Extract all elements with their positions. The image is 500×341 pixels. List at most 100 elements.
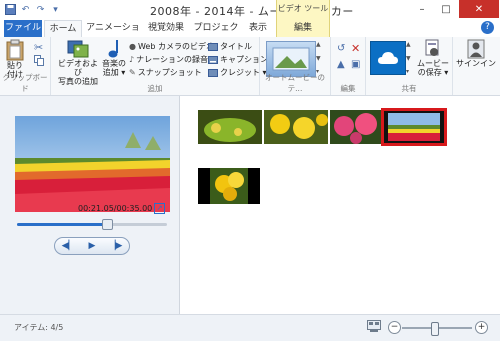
- ribbon-tab-bar: ファイル ホーム アニメーション 視覚効果 プロジェクト 表示 編集 ?: [0, 20, 500, 50]
- paste-icon: [6, 39, 24, 61]
- add-music-label-2: 追加 ▾: [102, 68, 126, 77]
- add-music-label-1: 音楽の: [102, 59, 126, 68]
- snapshot-label: スナップショット: [137, 68, 202, 77]
- tab-edit[interactable]: 編集: [276, 20, 330, 37]
- cloud-icon: [378, 52, 398, 64]
- title-label: タイトル: [220, 42, 252, 51]
- share-group: ▲ ▼ ▾ ムービー の保存 ▾ 共有: [366, 37, 453, 95]
- tab-project[interactable]: プロジェクト: [190, 20, 242, 50]
- save-icon[interactable]: [4, 3, 17, 16]
- previous-frame-icon[interactable]: ◀▏: [62, 241, 76, 251]
- editing-group-label: 編集: [340, 84, 356, 93]
- record-narration-button[interactable]: ♪ ナレーションの録音 ▾: [129, 54, 215, 65]
- music-note-icon: [108, 40, 118, 58]
- scroll-down-icon[interactable]: ▼: [316, 55, 324, 62]
- remove-icon[interactable]: ✕: [351, 42, 360, 55]
- scroll-up-icon[interactable]: ▲: [316, 41, 324, 48]
- fullscreen-icon[interactable]: ↗: [154, 203, 165, 214]
- next-frame-icon[interactable]: ▕▶: [109, 241, 123, 251]
- seek-bar-progress: [17, 223, 107, 226]
- theme-gallery-scroller[interactable]: ▲ ▼ ▾: [316, 41, 324, 75]
- mountain-icon[interactable]: ▲: [337, 59, 345, 70]
- storyboard-clip[interactable]: [264, 110, 328, 144]
- save-movie-button[interactable]: ムービー の保存 ▾: [416, 39, 450, 77]
- tab-home[interactable]: ホーム: [44, 20, 82, 38]
- webcam-video-button[interactable]: ● Web カメラのビデオ: [129, 41, 214, 52]
- clip-thumbnail: [198, 110, 262, 144]
- zoom-slider[interactable]: [402, 322, 472, 336]
- title-button[interactable]: タイトル: [208, 41, 252, 52]
- storyboard-clip-selected[interactable]: [381, 108, 447, 146]
- caption-button[interactable]: キャプション: [208, 54, 268, 65]
- zoom-slider-thumb[interactable]: [430, 322, 439, 336]
- video-tools-context-header: ビデオ ツール: [276, 0, 330, 20]
- tab-animations[interactable]: アニメーション: [84, 20, 142, 50]
- clip-thumbnail: [264, 110, 328, 144]
- onedrive-share-button[interactable]: [370, 41, 406, 75]
- landscape-icon: [272, 47, 310, 71]
- playback-controls: ◀▏ ▶ ▕▶: [54, 237, 130, 255]
- signin-label: サインイン: [456, 59, 496, 68]
- save-movie-label-2: の保存 ▾: [417, 68, 449, 77]
- rotate-left-icon[interactable]: ↺: [337, 43, 345, 54]
- quick-access-toolbar: ↶ ↷ ▾: [4, 3, 62, 16]
- preview-pane: 00:21.05/00:35.00 ↗ ◀▏ ▶ ▕▶: [0, 96, 180, 314]
- add-videos-label-1: ビデオおよび: [58, 59, 98, 77]
- share-scroll-down-icon[interactable]: ▼: [406, 55, 414, 62]
- help-icon[interactable]: ?: [481, 21, 494, 34]
- main-area: 00:21.05/00:35.00 ↗ ◀▏ ▶ ▕▶: [0, 96, 500, 314]
- storyboard-clip[interactable]: [198, 110, 262, 144]
- credits-icon: [208, 68, 218, 77]
- snapshot-button[interactable]: ✎ スナップショット: [129, 67, 202, 78]
- signin-group: サインイン: [453, 37, 500, 95]
- preview-monitor[interactable]: [15, 116, 170, 212]
- tab-view[interactable]: 表示: [244, 20, 272, 37]
- preview-image: [15, 116, 170, 212]
- cut-icon[interactable]: ✂: [34, 41, 43, 54]
- add-group-label: 追加: [147, 84, 163, 93]
- tab-visual-effects[interactable]: 視覚効果: [144, 20, 188, 37]
- playback-time: 00:21.05/00:35.00: [78, 204, 153, 213]
- share-scroll-up-icon[interactable]: ▲: [406, 41, 414, 48]
- snapshot-icon: ✎: [129, 68, 136, 77]
- clip-thumbnail: [198, 168, 260, 204]
- add-group: ビデオおよび 写真の追加 音楽の 追加 ▾ ● Web カメラのビデオ ♪ ナレ…: [51, 37, 268, 95]
- play-icon[interactable]: ▶: [89, 241, 96, 251]
- film-photo-icon: [67, 40, 89, 58]
- clipboard-group: 貼り 付け ✂ クリップボード: [0, 37, 51, 95]
- qat-dropdown-icon[interactable]: ▾: [49, 3, 62, 16]
- thumbnail-size-icon[interactable]: [367, 320, 381, 336]
- signin-button[interactable]: サインイン: [455, 39, 497, 68]
- tab-file[interactable]: ファイル: [4, 20, 42, 37]
- microphone-icon: ♪: [129, 55, 135, 64]
- seek-bar[interactable]: [17, 219, 167, 230]
- storyboard-clip[interactable]: [198, 168, 260, 204]
- share-group-label: 共有: [401, 84, 417, 93]
- save-movie-icon: [425, 39, 439, 56]
- share-more-icon[interactable]: ▾: [406, 68, 414, 75]
- zoom-out-button[interactable]: −: [388, 321, 401, 334]
- webcam-icon: ●: [129, 42, 136, 51]
- seek-bar-thumb[interactable]: [102, 219, 113, 230]
- add-videos-photos-button[interactable]: ビデオおよび 写真の追加: [55, 39, 101, 86]
- add-music-button[interactable]: 音楽の 追加 ▾: [101, 39, 127, 77]
- user-icon: [467, 39, 485, 59]
- title-bar: ↶ ↷ ▾ 2008年 - 2014年 - ムービー メーカー ビデオ ツール …: [0, 0, 500, 20]
- credits-button[interactable]: クレジット ▾: [208, 67, 267, 78]
- select-all-icon[interactable]: ▣: [351, 59, 360, 70]
- redo-icon[interactable]: ↷: [34, 3, 47, 16]
- status-bar: アイテム: 4/5 − +: [0, 314, 500, 341]
- zoom-in-button[interactable]: +: [475, 321, 488, 334]
- minimize-button[interactable]: –: [410, 0, 434, 18]
- close-button[interactable]: ✕: [459, 0, 499, 18]
- paste-label-1: 貼り: [7, 61, 23, 70]
- item-count: アイテム: 4/5: [14, 323, 64, 332]
- undo-icon[interactable]: ↶: [19, 3, 32, 16]
- share-gallery-scroller[interactable]: ▲ ▼ ▾: [406, 41, 414, 75]
- maximize-button[interactable]: □: [434, 0, 458, 18]
- storyboard: [180, 96, 500, 314]
- webcam-label: Web カメラのビデオ: [137, 42, 214, 51]
- storyboard-clip[interactable]: [330, 110, 382, 144]
- copy-icon[interactable]: [34, 55, 44, 69]
- editing-group: ↺ ✕ ▲ ▣ 編集: [331, 37, 366, 95]
